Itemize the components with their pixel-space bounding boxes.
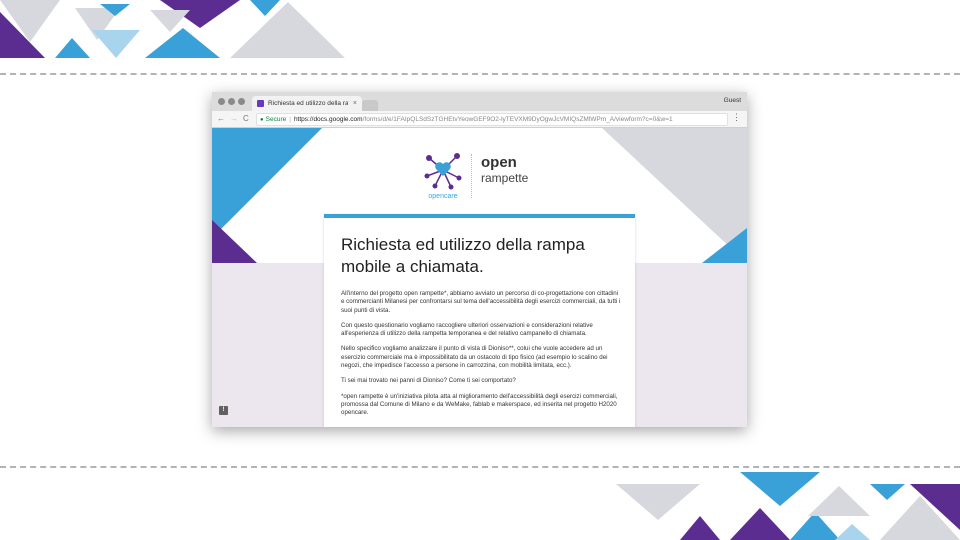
form-card: Richiesta ed utilizzo della rampa mobile… [324,214,635,427]
page-viewport: open rampette opencare Richiesta ed util… [212,128,747,427]
decor-triangle [230,2,345,58]
logo-divider [471,154,472,198]
close-window-button[interactable] [218,98,225,105]
lock-icon: ● [260,116,264,123]
tab-close-icon[interactable]: × [353,100,357,107]
browser-tab[interactable]: Richiesta ed utilizzo della ramp × [252,96,362,111]
decor-triangle [835,524,870,540]
logo-opencare: opencare [428,193,458,200]
logo-word-open: open [481,154,517,171]
description-paragraph: Con questo questionario vogliamo raccogl… [341,321,593,338]
decor-triangle [808,486,870,516]
new-tab-button[interactable] [362,100,378,111]
back-icon[interactable]: ← [217,114,225,123]
form-title: Richiesta ed utilizzo della rampa mobile… [341,235,585,276]
banner-triangle [212,128,322,238]
minimize-window-button[interactable] [228,98,235,105]
tab-title: Richiesta ed utilizzo della ramp [268,100,348,107]
form-description: All'interno del progetto open rampette*,… [341,290,623,425]
decor-triangle [730,508,790,540]
open-rampette-logo: open rampette opencare [423,150,538,205]
description-paragraph: Nello specifico vogliamo analizzare il p… [341,345,608,370]
opencare-network-icon [424,153,462,190]
description-paragraph: Ti sei mai trovato nei panni di Dioniso?… [341,377,516,385]
decor-triangle [870,484,905,500]
decor-triangle [150,10,190,32]
address-bar: ← → C ● Secure | https://docs.google.com… [212,111,747,128]
decor-triangle [680,516,720,540]
decor-triangle [740,472,820,506]
browser-menu-icon[interactable]: ⋮ [732,112,741,123]
forward-icon[interactable]: → [230,114,238,123]
divider-bottom [0,466,960,468]
url-separator: | [289,116,291,123]
decor-triangle [55,38,90,58]
decor-triangle [790,512,840,540]
description-paragraph: All'interno del progetto open rampette*,… [341,290,621,314]
title-bar: Richiesta ed utilizzo della ramp × Guest [212,92,747,111]
url-host: https://docs.google.com [293,116,363,123]
url-path: /forms/d/e/1FAIpQLSdSzTGHEtvYeowGEF9O2-l… [362,116,673,123]
browser-window: Richiesta ed utilizzo della ramp × Guest… [212,92,747,427]
profile-label[interactable]: Guest [724,97,741,104]
url-input[interactable]: ● Secure | https://docs.google.com/forms… [256,113,728,126]
decor-triangle [145,28,220,58]
decor-triangle [250,0,280,16]
reload-icon[interactable]: C [243,114,249,123]
logo-word-rampette: rampette [481,171,529,185]
forms-favicon-icon [257,100,264,107]
decor-triangle [616,484,700,520]
description-paragraph: *open rampette è un'iniziativa pilota at… [341,392,618,417]
divider-top [0,73,960,75]
maximize-window-button[interactable] [238,98,245,105]
feedback-icon[interactable]: ! [219,406,228,415]
secure-label: Secure [265,116,287,123]
decor-triangle [92,30,140,58]
